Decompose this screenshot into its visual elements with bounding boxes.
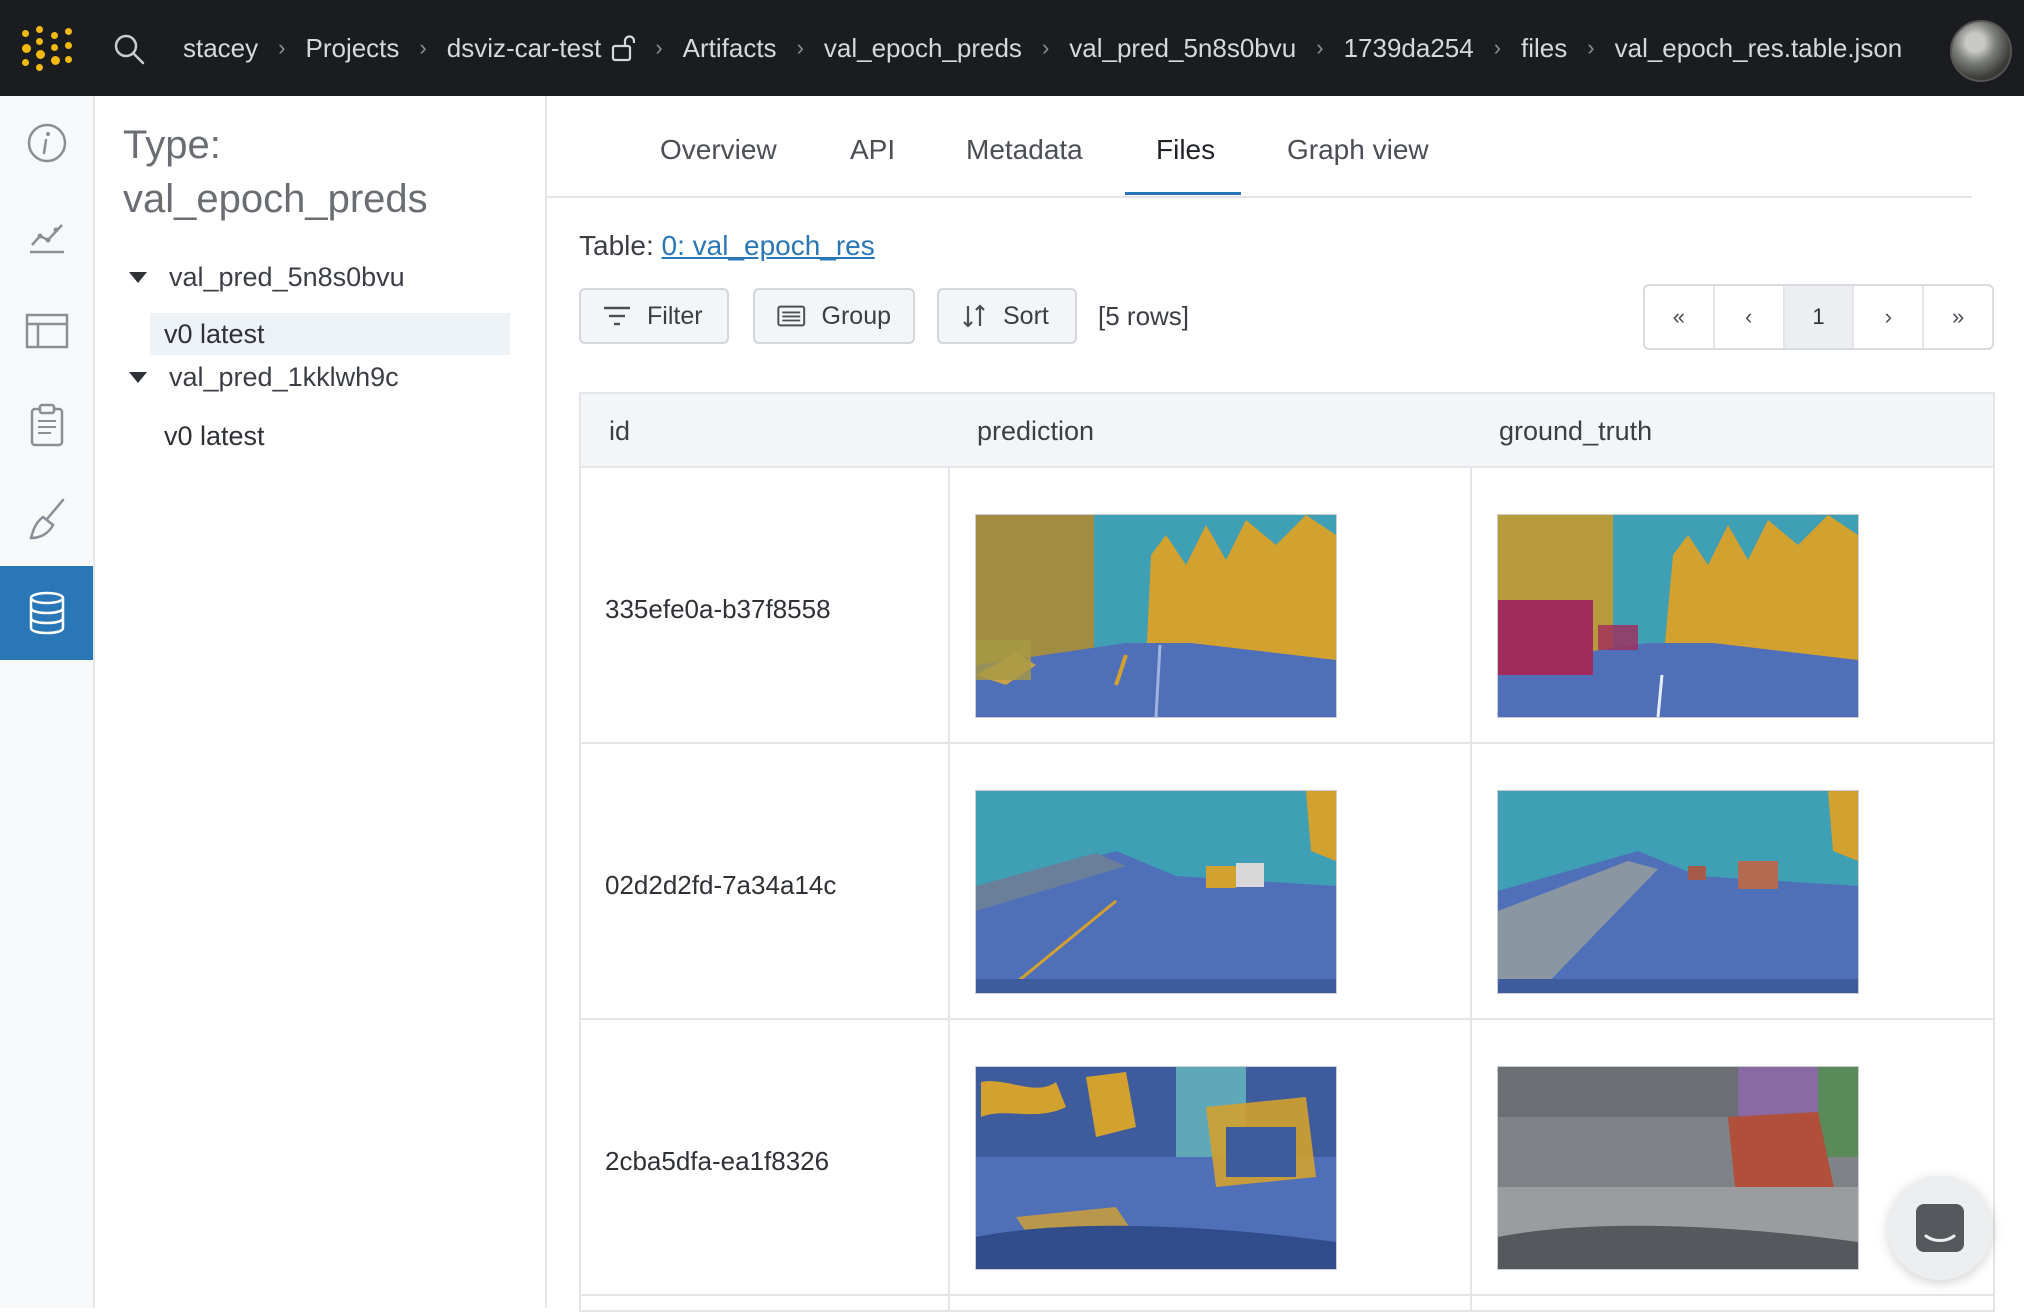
type-label: Type:: [123, 123, 221, 167]
table-link[interactable]: 0: val_epoch_res: [662, 230, 875, 261]
filter-icon: [604, 306, 630, 326]
chevron-right-icon: ›: [796, 35, 804, 60]
pager-prev-button[interactable]: ‹: [1715, 286, 1785, 348]
group-button-label: Group: [821, 301, 891, 330]
breadcrumb-files[interactable]: files: [1521, 33, 1567, 64]
breadcrumb-artifacts[interactable]: Artifacts: [683, 33, 777, 64]
app-logo-icon[interactable]: [20, 26, 72, 72]
breadcrumb-file[interactable]: val_epoch_res.table.json: [1615, 33, 1903, 64]
tab-graph-view[interactable]: Graph view: [1287, 134, 1429, 194]
tab-api[interactable]: API: [850, 134, 895, 194]
chart-icon: [29, 224, 64, 254]
chevron-right-icon: ›: [1316, 35, 1324, 60]
prediction-image[interactable]: [975, 790, 1337, 994]
search-icon[interactable]: [112, 32, 146, 66]
ground-truth-image[interactable]: [1497, 514, 1859, 718]
table-row: 2cba5dfa-ea1f8326: [581, 1018, 1993, 1296]
chevron-right-icon: ›: [278, 35, 286, 60]
info-icon: [27, 123, 66, 163]
rail-item-reports[interactable]: [0, 378, 93, 472]
chevron-right-icon: ›: [419, 35, 427, 60]
rail-item-artifacts[interactable]: [0, 566, 93, 660]
rail-item-table[interactable]: [0, 284, 93, 378]
column-header-ground-truth[interactable]: ground_truth: [1499, 416, 1652, 447]
pager-first-button[interactable]: «: [1645, 286, 1715, 348]
table-row: 335efe0a-b37f8558: [581, 466, 1993, 744]
filter-button-label: Filter: [647, 301, 703, 330]
tree-version-item[interactable]: v0 latest: [150, 415, 510, 457]
cell-id: 2cba5dfa-ea1f8326: [605, 1146, 830, 1176]
tab-metadata[interactable]: Metadata: [966, 134, 1083, 194]
sort-button-label: Sort: [1003, 301, 1049, 330]
cell-id: 02d2d2fd-7a34a14c: [605, 870, 837, 900]
group-button[interactable]: Group: [753, 288, 915, 344]
tree-artifact-name: val_pred_5n8s0bvu: [169, 262, 405, 292]
rail-item-overview[interactable]: [0, 96, 93, 190]
tab-files[interactable]: Files: [1156, 134, 1215, 194]
tree-artifact-node[interactable]: val_pred_5n8s0bvu: [129, 262, 405, 293]
table-caption-label: Table:: [579, 230, 654, 261]
cell-id: 335efe0a-b37f8558: [605, 594, 831, 624]
group-icon: [777, 305, 806, 327]
artifacts-icon: [29, 591, 64, 635]
column-header-prediction[interactable]: prediction: [977, 416, 1094, 447]
breadcrumb-version[interactable]: 1739da254: [1344, 33, 1474, 64]
tab-overview[interactable]: Overview: [660, 134, 777, 194]
data-table: id prediction ground_truth 335efe0a-b37f…: [579, 392, 1995, 1312]
top-navigation-bar: stacey › Projects › dsviz-car-test › Art…: [0, 0, 2024, 96]
left-icon-rail: [0, 96, 95, 1308]
caret-down-icon[interactable]: [129, 372, 147, 383]
breadcrumb-user[interactable]: stacey: [183, 33, 258, 64]
active-tab-indicator: [1125, 192, 1241, 195]
type-name: val_epoch_preds: [123, 177, 428, 221]
breadcrumb-project[interactable]: dsviz-car-test: [447, 33, 602, 64]
breadcrumb-artifact-type[interactable]: val_epoch_preds: [824, 33, 1022, 64]
lock-open-icon: [612, 35, 636, 62]
avatar[interactable]: [1950, 20, 2012, 82]
caret-down-icon[interactable]: [129, 272, 147, 283]
chevron-right-icon: ›: [655, 35, 663, 60]
chevron-right-icon: ›: [1587, 35, 1595, 60]
breadcrumb-artifact[interactable]: val_pred_5n8s0bvu: [1069, 33, 1296, 64]
table-header: id prediction ground_truth: [581, 394, 1993, 468]
artifact-type-heading: Type: val_epoch_preds: [123, 118, 523, 226]
chat-button[interactable]: [1888, 1176, 1992, 1280]
report-icon: [30, 403, 63, 447]
chevron-right-icon: ›: [1493, 35, 1502, 60]
tree-artifact-name: val_pred_1kklwh9c: [169, 362, 399, 392]
sort-button[interactable]: Sort: [937, 288, 1077, 344]
ground-truth-image[interactable]: [1497, 1066, 1859, 1270]
prediction-image[interactable]: [975, 514, 1337, 718]
table-icon: [25, 313, 68, 349]
tab-bar: Overview API Metadata Files Graph view: [547, 134, 1972, 198]
column-header-id[interactable]: id: [609, 416, 630, 447]
rail-item-sweeps[interactable]: [0, 472, 93, 566]
main-content: Overview API Metadata Files Graph view T…: [547, 96, 2024, 1312]
filter-button[interactable]: Filter: [579, 288, 729, 344]
artifact-tree-panel: Type: val_epoch_preds val_pred_5n8s0bvu …: [95, 96, 547, 1308]
breadcrumb-projects[interactable]: Projects: [305, 33, 399, 64]
prediction-image[interactable]: [975, 1066, 1337, 1270]
ground-truth-image[interactable]: [1497, 790, 1859, 994]
sort-icon: [963, 304, 985, 328]
pager-last-button[interactable]: »: [1924, 286, 1992, 348]
pagination: « ‹ 1 › »: [1643, 284, 1994, 350]
table-row: 02d2d2fd-7a34a14c: [581, 742, 1993, 1020]
pager-next-button[interactable]: ›: [1854, 286, 1925, 348]
sweep-icon: [28, 498, 64, 540]
tree-artifact-node[interactable]: val_pred_1kklwh9c: [129, 362, 399, 393]
tree-version-item[interactable]: v0 latest: [150, 313, 510, 355]
row-count: [5 rows]: [1098, 301, 1190, 331]
table-caption: Table: 0: val_epoch_res: [579, 230, 875, 262]
chevron-right-icon: ›: [1041, 35, 1050, 60]
chat-icon: [1916, 1204, 1964, 1252]
breadcrumb: stacey › Projects › dsviz-car-test › Art…: [183, 0, 1902, 96]
rail-item-charts[interactable]: [0, 190, 93, 284]
pager-current-page[interactable]: 1: [1784, 286, 1855, 348]
